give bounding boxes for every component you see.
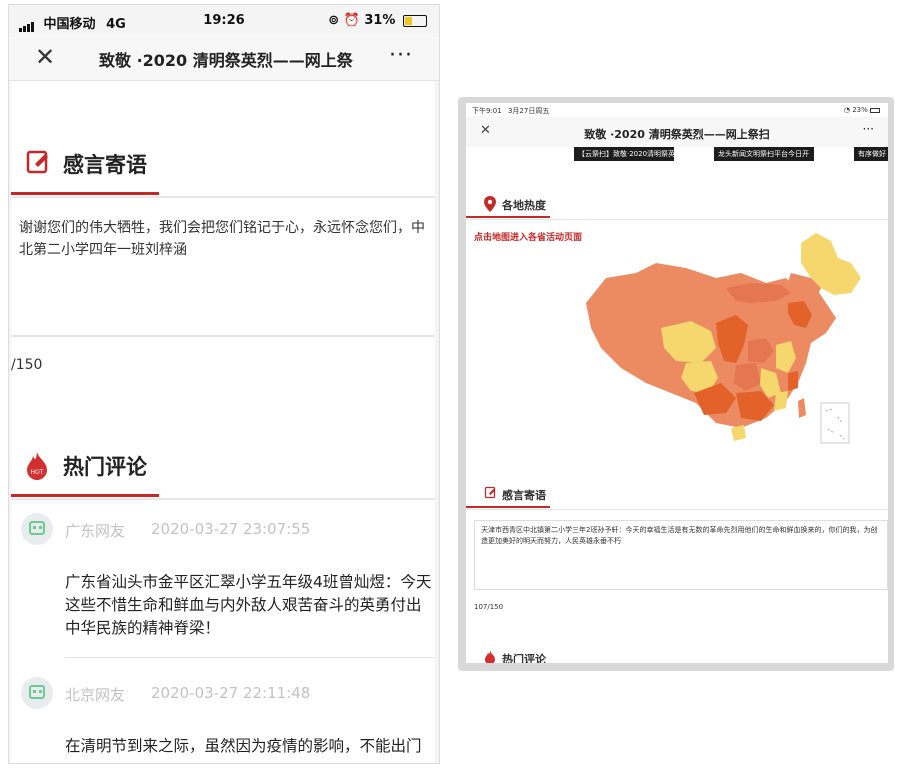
status-right: ◔ 23% — [844, 106, 880, 114]
map-region-taiwan — [798, 398, 806, 418]
section-title: 感言寄语 — [502, 489, 546, 502]
section-underline — [11, 494, 159, 497]
hot-fire-icon: HOT — [27, 452, 47, 480]
phone-screenshot: 中国移动 4G 19:26 ⊚ ⏰ 31% ✕ 致敬 ·2020 清明祭英烈——… — [8, 4, 440, 764]
hot-fire-icon — [485, 650, 495, 663]
map-inset-south-sea — [820, 402, 850, 444]
message-textarea[interactable]: 天津市西青区中北镇第二小学三年2班孙予轩：今天的幸福生活是有无数的革命先烈用他们… — [474, 520, 888, 590]
more-icon[interactable]: ··· — [389, 43, 413, 68]
divider — [11, 196, 435, 198]
divider — [11, 335, 435, 337]
banner-item[interactable]: 龙头新闻文明祭扫平台今日开 — [714, 147, 814, 161]
edit-icon — [484, 486, 496, 499]
section-header-hot: HOT 热门评论 — [11, 437, 435, 500]
wifi-icon: ◔ — [843, 106, 850, 114]
china-heat-map[interactable] — [576, 233, 888, 453]
nav-bar: ✕ 致敬 ·2020 清明祭英烈——网上祭扫 ··· — [466, 117, 888, 147]
avatar — [21, 513, 53, 545]
section-title: 感言寄语 — [63, 153, 147, 177]
section-title: 热门评论 — [63, 455, 147, 479]
status-right: ⊚ ⏰ 31% — [328, 13, 427, 28]
map-region-hainan — [731, 425, 746, 441]
avatar — [21, 677, 53, 709]
comment-line: 这些不惜生命和鲜血与内外敌人艰苦奋斗的英勇付出 — [65, 596, 422, 614]
divider — [11, 498, 435, 500]
map-inset-islands — [825, 408, 845, 440]
battery-percent: 23% — [852, 106, 868, 114]
section-underline — [11, 192, 159, 195]
banner-item[interactable]: 有序做好 — [854, 147, 888, 161]
comment-user: 北京网友 — [65, 686, 126, 704]
page-title: 致敬 ·2020 清明祭英烈——网上祭扫 — [584, 128, 770, 141]
section-header-hot: 热门评论 — [466, 646, 888, 663]
comment-line: 广东省汕头市金平区汇翠小学五年级4班曾灿煜：今天 — [65, 573, 432, 591]
more-icon[interactable]: ··· — [863, 122, 874, 136]
page-title: 致敬 ·2020 清明祭英烈——网上祭 — [99, 51, 353, 70]
status-time: 下午9:01 — [472, 107, 502, 115]
tablet-screen: 下午9:01 3月27日周五 ◔ 23% ✕ 致敬 ·2020 清明祭英烈——网… — [466, 103, 888, 663]
divider — [466, 219, 888, 220]
svg-text:HOT: HOT — [31, 469, 44, 476]
status-left: 下午9:01 3月27日周五 — [472, 106, 549, 116]
section-title: 热门评论 — [502, 653, 546, 663]
section-underline — [466, 506, 550, 508]
divider — [65, 657, 435, 658]
comment-text: 在清明节到来之际，虽然因为疫情的影响，不能出门 — [65, 735, 435, 758]
nav-bar: ✕ 致敬 ·2020 清明祭英烈——网上祭 ··· — [9, 33, 439, 81]
comment-date: 2020-03-27 23:07:55 — [151, 520, 311, 538]
alarm-icon: ⏰ — [343, 13, 360, 28]
status-bar: 下午9:01 3月27日周五 ◔ 23% — [466, 103, 888, 117]
robot-icon — [29, 685, 45, 699]
comment-user: 广东网友 — [65, 522, 126, 540]
page-content: 感言寄语 谢谢您们的伟大牺牲，我们会把您们铭记于心，永远怀念您们，中北第二小学四… — [11, 81, 435, 763]
char-count: /150 — [11, 357, 43, 373]
message-textarea[interactable]: 谢谢您们的伟大牺牲，我们会把您们铭记于心，永远怀念您们，中北第二小学四年一班刘梓… — [19, 217, 431, 261]
tablet-screenshot: 下午9:01 3月27日周五 ◔ 23% ✕ 致敬 ·2020 清明祭英烈——网… — [458, 97, 894, 671]
location-pin-icon — [484, 196, 496, 212]
comment-line: 在清明节到来之际，虽然因为疫情的影响，不能出门 — [65, 737, 422, 755]
status-bar: 中国移动 4G 19:26 ⊚ ⏰ 31% — [9, 5, 439, 33]
divider — [466, 509, 888, 510]
map-hint: 点击地图进入各省活动页面 — [474, 233, 583, 243]
close-icon[interactable]: ✕ — [35, 43, 55, 71]
edit-icon — [26, 150, 48, 174]
comment-text: 广东省汕头市金平区汇翠小学五年级4班曾灿煜：今天 这些不惜生命和鲜血与内外敌人艰… — [65, 571, 435, 640]
lock-rotation-icon: ⊚ — [328, 13, 340, 28]
banner-item[interactable]: 【云祭扫】致敬·2020清明祭英 — [574, 147, 674, 161]
section-header-heat: 各地热度 — [466, 192, 888, 220]
battery-icon — [403, 14, 427, 27]
char-count: 107/150 — [474, 603, 504, 611]
section-title: 各地热度 — [502, 199, 546, 212]
battery-icon — [870, 107, 880, 113]
map-region-zhejiang — [788, 371, 798, 391]
section-header-message: 感言寄语 — [466, 482, 888, 510]
section-header-message: 感言寄语 — [11, 135, 435, 198]
comment-line: 中华民族的精神脊梁！ — [65, 619, 221, 637]
battery-percent: 31% — [364, 13, 396, 28]
robot-icon — [29, 521, 45, 535]
status-date: 3月27日周五 — [507, 107, 550, 115]
banner-strip: 【云祭扫】致敬·2020清明祭英 龙头新闻文明祭扫平台今日开 有序做好 — [466, 147, 888, 161]
map-region-fujian — [774, 391, 788, 411]
section-underline — [466, 216, 550, 218]
comment-date: 2020-03-27 22:11:48 — [151, 684, 311, 702]
